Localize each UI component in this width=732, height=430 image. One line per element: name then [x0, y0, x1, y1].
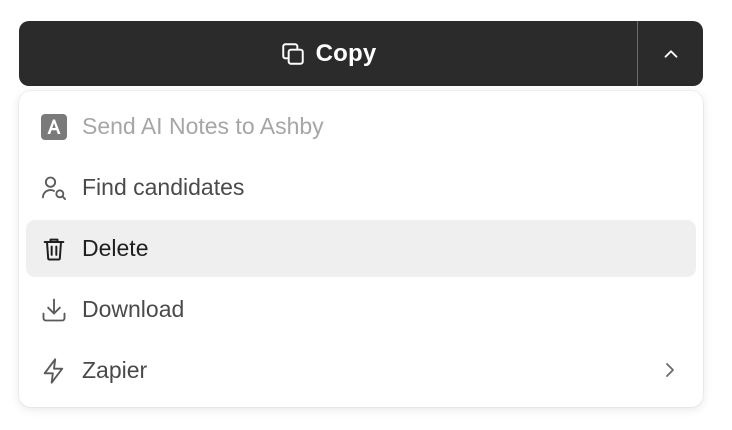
menu-item-find-candidates[interactable]: Find candidates [26, 159, 696, 216]
user-search-icon [40, 174, 68, 202]
ashby-logo-icon [40, 113, 68, 141]
copy-options-menu: Send AI Notes to Ashby Find candidates D… [19, 91, 703, 407]
chevron-right-icon [658, 358, 682, 382]
copy-button[interactable]: Copy [19, 21, 637, 86]
chevron-up-icon [660, 43, 682, 65]
menu-item-download[interactable]: Download [26, 281, 696, 338]
menu-item-delete[interactable]: Delete [26, 220, 696, 277]
copy-split-button: Copy [19, 21, 703, 86]
copy-icon [280, 41, 306, 67]
menu-item-label: Download [82, 296, 185, 322]
menu-item-label: Send AI Notes to Ashby [82, 113, 324, 139]
menu-item-send-ai-notes[interactable]: Send AI Notes to Ashby [26, 98, 696, 155]
copy-options-toggle[interactable] [638, 21, 703, 86]
menu-item-zapier[interactable]: Zapier [26, 342, 696, 399]
menu-item-label: Delete [82, 235, 149, 261]
copy-button-label: Copy [315, 39, 377, 67]
trash-icon [40, 235, 68, 263]
menu-item-label: Find candidates [82, 174, 245, 200]
menu-item-label: Zapier [82, 357, 148, 383]
zap-icon [40, 357, 68, 385]
download-icon [40, 296, 68, 324]
